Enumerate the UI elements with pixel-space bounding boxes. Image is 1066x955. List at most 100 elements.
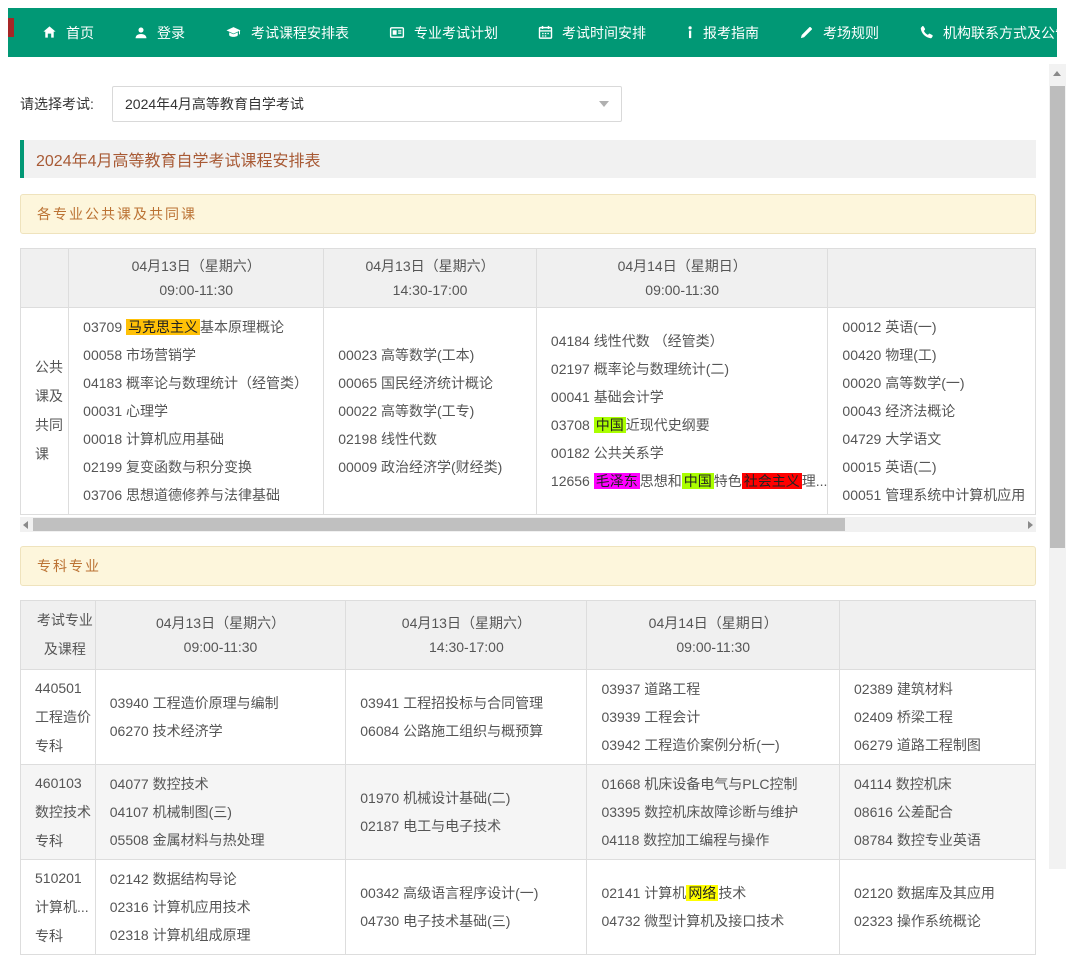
- course-item: 02323 操作系统概论: [854, 907, 1035, 935]
- course-item: 03940 工程造价原理与编制: [110, 689, 346, 717]
- courses-cell: 00012 英语(一)00420 物理(工)00020 高等数学(一)00043…: [828, 308, 1036, 515]
- highlighted-keyword: 网络: [686, 885, 718, 901]
- course-item: 06270 技术经济学: [110, 717, 346, 745]
- course-item: 04729 大学语文: [842, 425, 1035, 453]
- schedule-table: 04月13日（星期六）09:00-11:3004月13日（星期六）14:30-1…: [20, 248, 1036, 515]
- courses-cell: 01970 机械设计基础(二)02187 电工与电子技术: [346, 765, 587, 860]
- scroll-up-arrow-icon[interactable]: [1053, 71, 1061, 76]
- course-item: 06084 公路施工组织与概预算: [360, 717, 586, 745]
- nav-item-label: 考试时间安排: [562, 23, 646, 43]
- graduation-cap-icon: [225, 25, 242, 40]
- course-item: 03708 中国近现代史纲要: [551, 411, 828, 439]
- content-panel: 请选择考试: 2024年4月高等教育自学考试 2024年4月高等教育自学考试课程…: [8, 70, 1048, 869]
- course-item: 02187 电工与电子技术: [360, 812, 586, 840]
- exam-select-label: 请选择考试:: [20, 94, 112, 114]
- chevron-down-icon: [599, 101, 609, 107]
- course-item: 02197 概率论与数理统计(二): [551, 355, 828, 383]
- courses-cell: 03937 道路工程03939 工程会计03942 工程造价案例分析(一): [587, 670, 840, 765]
- nav-item-label: 登录: [157, 23, 185, 43]
- pencil-icon: [799, 25, 814, 40]
- course-item: 08616 公差配合: [854, 798, 1035, 826]
- courses-cell: 02141 计算机网络技术04732 微型计算机及接口技术: [587, 860, 840, 955]
- courses-cell: 02389 建筑材料02409 桥梁工程06279 道路工程制图: [840, 670, 1036, 765]
- course-item: 04114 数控机床: [854, 770, 1035, 798]
- column-header-datetime: 04月13日（星期六）14:30-17:00: [346, 601, 587, 670]
- nav-item-exam-room-rules[interactable]: 考场规则: [779, 8, 899, 57]
- nav-item-label: 报考指南: [703, 23, 759, 43]
- course-item: 00041 基础会计学: [551, 383, 828, 411]
- row-header: 460103数控技术专科: [21, 765, 96, 860]
- nav-item-label: 考场规则: [823, 23, 879, 43]
- horizontal-scrollbar[interactable]: [20, 517, 1036, 532]
- user-icon: [134, 26, 148, 40]
- table-corner-cell: [21, 249, 69, 308]
- course-item: 00015 英语(二): [842, 453, 1035, 481]
- associate-majors-table: 考试专业及课程04月13日（星期六）09:00-11:3004月13日（星期六）…: [20, 600, 1036, 955]
- courses-cell: 00342 高级语言程序设计(一)04730 电子技术基础(三): [346, 860, 587, 955]
- table-row: 510201计算机...专科02142 数据结构导论02316 计算机应用技术0…: [21, 860, 1036, 955]
- course-item: 00420 物理(工): [842, 341, 1035, 369]
- top-nav: 首页 登录 考试课程安排表 专业考试计划 考试时间安排 报考指南: [8, 8, 1057, 57]
- course-item: 00018 计算机应用基础: [83, 425, 323, 453]
- home-icon: [42, 25, 57, 40]
- course-item: 02318 计算机组成原理: [110, 921, 346, 949]
- course-item: 03942 工程造价案例分析(一): [601, 731, 839, 759]
- courses-cell: 00023 高等数学(工本)00065 国民经济统计概论00022 高等数学(工…: [324, 308, 537, 515]
- scroll-left-arrow-icon[interactable]: [23, 521, 28, 529]
- course-item: 05508 金属材料与热处理: [110, 826, 346, 854]
- nav-item-application-guide[interactable]: 报考指南: [666, 8, 779, 57]
- course-item: 01970 机械设计基础(二): [360, 784, 586, 812]
- nav-item-label: 机构联系方式及公告: [943, 23, 1066, 43]
- course-item: 02120 数据库及其应用: [854, 879, 1035, 907]
- course-item: 00058 市场营销学: [83, 341, 323, 369]
- logo-mark: [8, 18, 14, 37]
- column-header-datetime: [840, 601, 1036, 670]
- course-item: 04077 数控技术: [110, 770, 346, 798]
- course-item: 00022 高等数学(工专): [338, 397, 536, 425]
- course-item: 02199 复变函数与积分变换: [83, 453, 323, 481]
- courses-cell: 01668 机床设备电气与PLC控制03395 数控机床故障诊断与维护04118…: [587, 765, 840, 860]
- course-item: 02198 线性代数: [338, 425, 536, 453]
- vertical-scrollbar[interactable]: [1049, 64, 1066, 869]
- exam-select-dropdown[interactable]: 2024年4月高等教育自学考试: [112, 86, 622, 122]
- table-row: 440501工程造价专科03940 工程造价原理与编制06270 技术经济学03…: [21, 670, 1036, 765]
- course-item: 00043 经济法概论: [842, 397, 1035, 425]
- courses-cell: 03941 工程招投标与合同管理06084 公路施工组织与概预算: [346, 670, 587, 765]
- exam-select-row: 请选择考试: 2024年4月高等教育自学考试: [20, 86, 1048, 122]
- nav-item-course-schedule[interactable]: 考试课程安排表: [205, 8, 369, 57]
- nav-item-login[interactable]: 登录: [114, 8, 205, 57]
- course-item: 04107 机械制图(三): [110, 798, 346, 826]
- nav-item-label: 考试课程安排表: [251, 23, 349, 43]
- courses-cell: 03709 马克思主义基本原理概论00058 市场营销学04183 概率论与数理…: [69, 308, 324, 515]
- highlighted-keyword: 毛泽东: [594, 473, 640, 489]
- course-item: 00051 管理系统中计算机应用: [842, 481, 1035, 509]
- scroll-right-arrow-icon[interactable]: [1028, 521, 1033, 529]
- nav-item-exam-time[interactable]: 考试时间安排: [518, 8, 666, 57]
- horizontal-scrollbar-thumb[interactable]: [33, 518, 845, 531]
- nav-item-home[interactable]: 首页: [22, 8, 114, 57]
- section-heading-associate-majors: 专科专业: [20, 546, 1036, 586]
- highlighted-keyword: 社会主义: [742, 473, 802, 489]
- course-item: 02316 计算机应用技术: [110, 893, 346, 921]
- courses-cell: 04184 线性代数 （经管类）02197 概率论与数理统计(二)00041 基…: [536, 308, 828, 515]
- course-item: 03937 道路工程: [601, 675, 839, 703]
- vertical-scrollbar-thumb[interactable]: [1050, 86, 1065, 548]
- courses-cell: 02120 数据库及其应用02323 操作系统概论: [840, 860, 1036, 955]
- nav-item-label: 首页: [66, 23, 94, 43]
- course-item: 02389 建筑材料: [854, 675, 1035, 703]
- section-heading-common-courses: 各专业公共课及共同课: [20, 194, 1036, 234]
- nav-item-contact-announcements[interactable]: 机构联系方式及公告: [899, 8, 1066, 57]
- course-item: 12656 毛泽东思想和中国特色社会主义理...: [551, 467, 828, 495]
- table-row: 公共课及共同课03709 马克思主义基本原理概论00058 市场营销学04183…: [21, 308, 1036, 515]
- course-item: 00182 公共关系学: [551, 439, 828, 467]
- course-item: 00065 国民经济统计概论: [338, 369, 536, 397]
- row-header: 公共课及共同课: [21, 308, 69, 515]
- course-item: 03395 数控机床故障诊断与维护: [601, 798, 839, 826]
- course-item: 00342 高级语言程序设计(一): [360, 879, 586, 907]
- newspaper-icon: [389, 25, 405, 40]
- course-item: 03939 工程会计: [601, 703, 839, 731]
- nav-item-major-exam-plan[interactable]: 专业考试计划: [369, 8, 518, 57]
- column-header-datetime: [828, 249, 1036, 308]
- course-item: 00020 高等数学(一): [842, 369, 1035, 397]
- row-header: 510201计算机...专科: [21, 860, 96, 955]
